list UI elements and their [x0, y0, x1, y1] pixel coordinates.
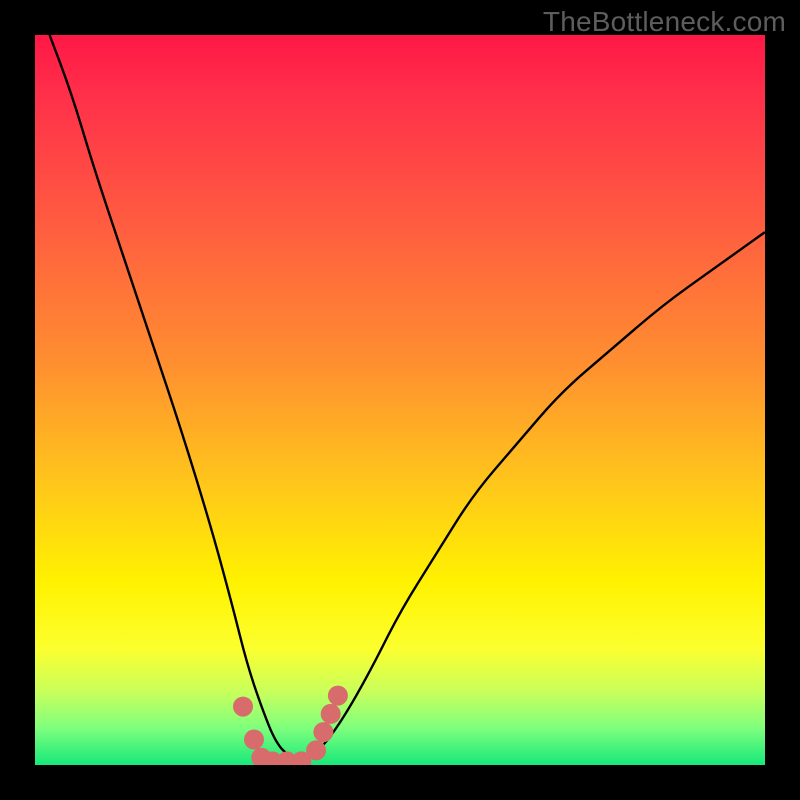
chart-plot-area [35, 35, 765, 765]
chart-frame: TheBottleneck.com [0, 0, 800, 800]
min-marker-dots [233, 686, 348, 765]
bottleneck-curve-path [50, 35, 765, 758]
min-marker-dot [306, 740, 326, 760]
min-marker-dot [313, 722, 333, 742]
min-marker-dot [321, 704, 341, 724]
min-marker-dot [233, 697, 253, 717]
watermark-text: TheBottleneck.com [543, 6, 786, 38]
min-marker-dot [328, 686, 348, 706]
min-marker-dot [244, 730, 264, 750]
chart-svg [35, 35, 765, 765]
